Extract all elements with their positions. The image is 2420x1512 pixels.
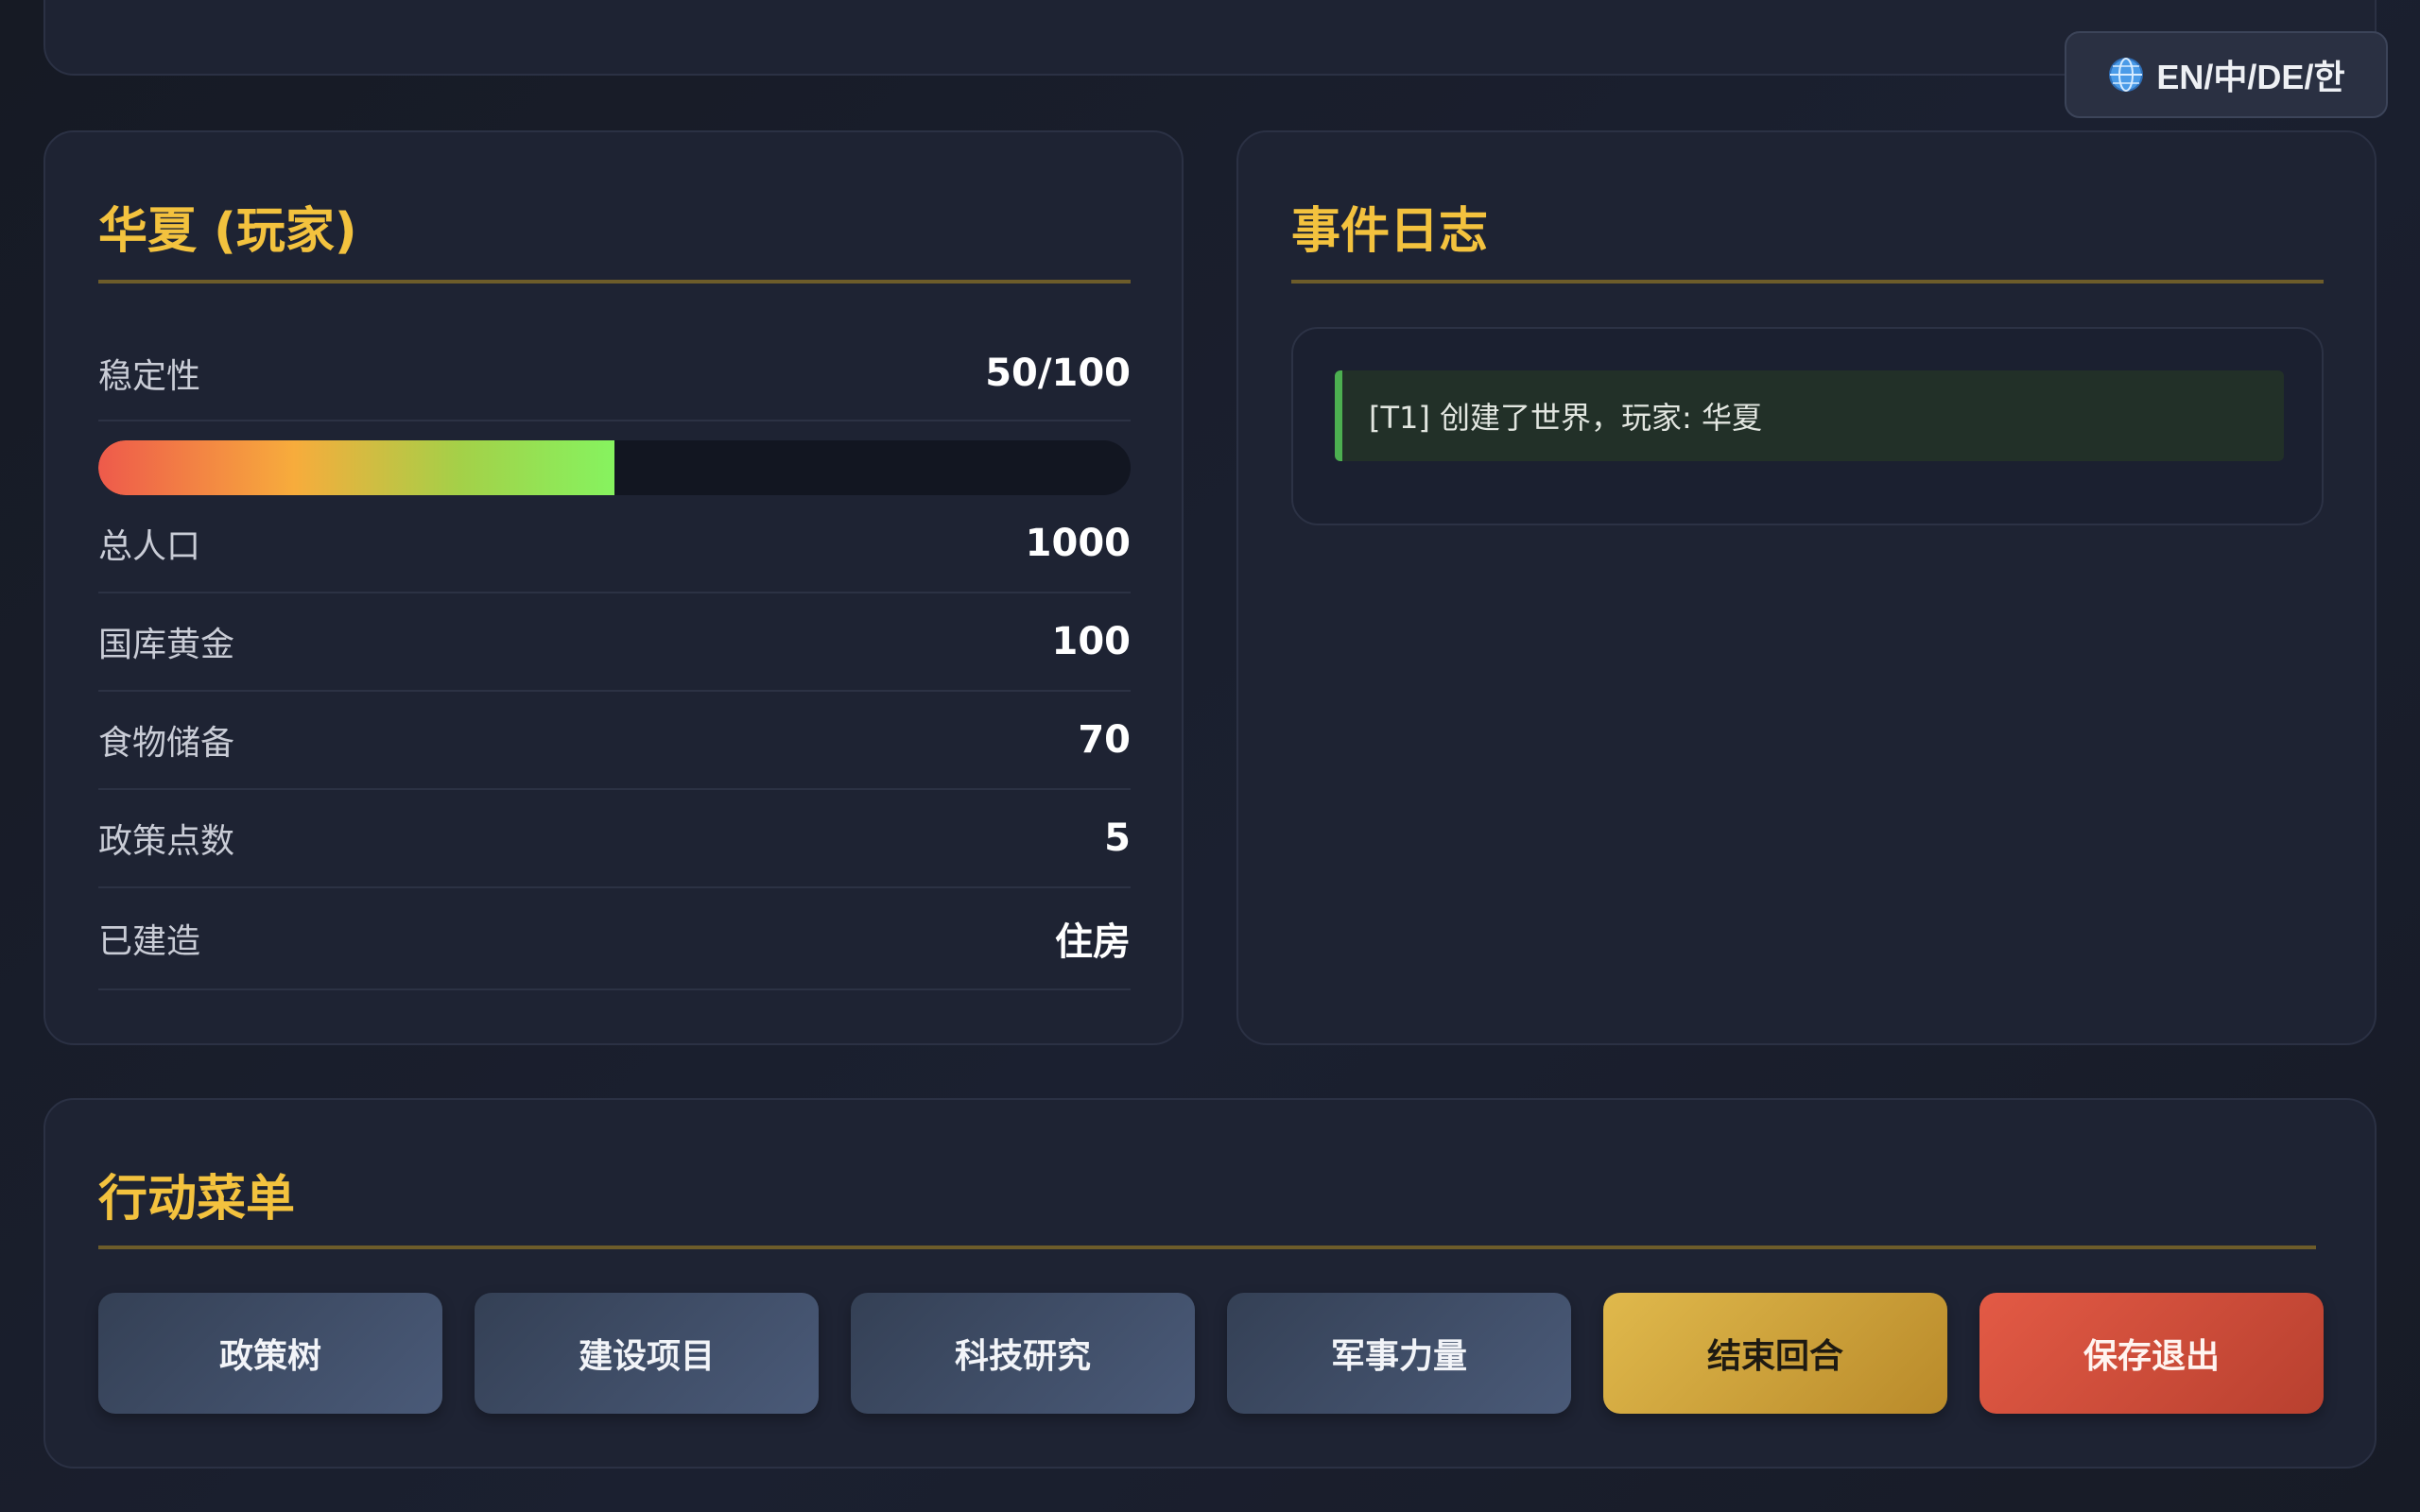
action-menu-title: 行动菜单 (98, 1171, 296, 1228)
stat-value: 100 (1051, 620, 1132, 663)
stat-value: 1000 (1025, 522, 1131, 565)
nation-panel: 华夏 (玩家) 稳定性 50/100 总人口 1000 国库黄金 100 食物储… (43, 130, 1184, 1045)
log-entry: [T1] 创建了世界，玩家: 华夏 (1335, 370, 2284, 461)
stat-label: 政策点数 (98, 822, 235, 861)
stability-progress-fill (98, 440, 614, 495)
event-log-list[interactable]: [T1] 创建了世界，玩家: 华夏 (1291, 327, 2324, 525)
military-button[interactable]: 军事力量 (1227, 1293, 1571, 1414)
stat-row-population: 总人口 1000 (98, 495, 1131, 593)
construction-projects-button[interactable]: 建设项目 (475, 1293, 819, 1414)
stat-label: 总人口 (98, 527, 201, 566)
nation-title-divider (98, 280, 1131, 284)
event-log-title: 事件日志 (1291, 203, 1489, 260)
event-log-panel: 事件日志 [T1] 创建了世界，玩家: 华夏 (1236, 130, 2377, 1045)
stat-value: 住房 (1055, 920, 1131, 964)
tech-research-button[interactable]: 科技研究 (851, 1293, 1195, 1414)
stat-row-built: 已建造 住房 (98, 888, 1131, 990)
end-turn-button[interactable]: 结束回合 (1603, 1293, 1947, 1414)
stat-value: 50/100 (985, 352, 1131, 395)
action-menu-title-divider (98, 1246, 2316, 1249)
stat-label: 稳定性 (98, 357, 201, 396)
nation-title: 华夏 (玩家) (98, 203, 357, 260)
save-exit-button[interactable]: 保存退出 (1979, 1293, 2324, 1414)
stat-value: 5 (1104, 816, 1131, 860)
stat-row-gold: 国库黄金 100 (98, 593, 1131, 692)
stat-value: 70 (1078, 718, 1131, 762)
stat-label: 已建造 (98, 922, 201, 961)
stat-row-food: 食物储备 70 (98, 692, 1131, 790)
event-log-title-divider (1291, 280, 2324, 284)
language-switcher-label: EN/中/DE/한 (2156, 58, 2345, 96)
game-screen: EN/中/DE/한 华夏 (玩家) 稳定性 50/100 总人口 1000 国库… (0, 0, 2420, 1512)
stat-row-stability: 稳定性 50/100 (98, 327, 1131, 421)
language-switcher-button[interactable]: EN/中/DE/한 (2065, 31, 2388, 118)
policy-tree-button[interactable]: 政策树 (98, 1293, 442, 1414)
stability-progress-bar (98, 440, 1131, 495)
action-menu-panel: 行动菜单 政策树 建设项目 科技研究 军事力量 结束回合 保存退出 (43, 1098, 2377, 1469)
stat-label: 食物储备 (98, 724, 235, 763)
stat-row-policy-points: 政策点数 5 (98, 790, 1131, 888)
globe-icon (2109, 58, 2144, 92)
top-panel (43, 0, 2377, 76)
stat-label: 国库黄金 (98, 626, 235, 664)
